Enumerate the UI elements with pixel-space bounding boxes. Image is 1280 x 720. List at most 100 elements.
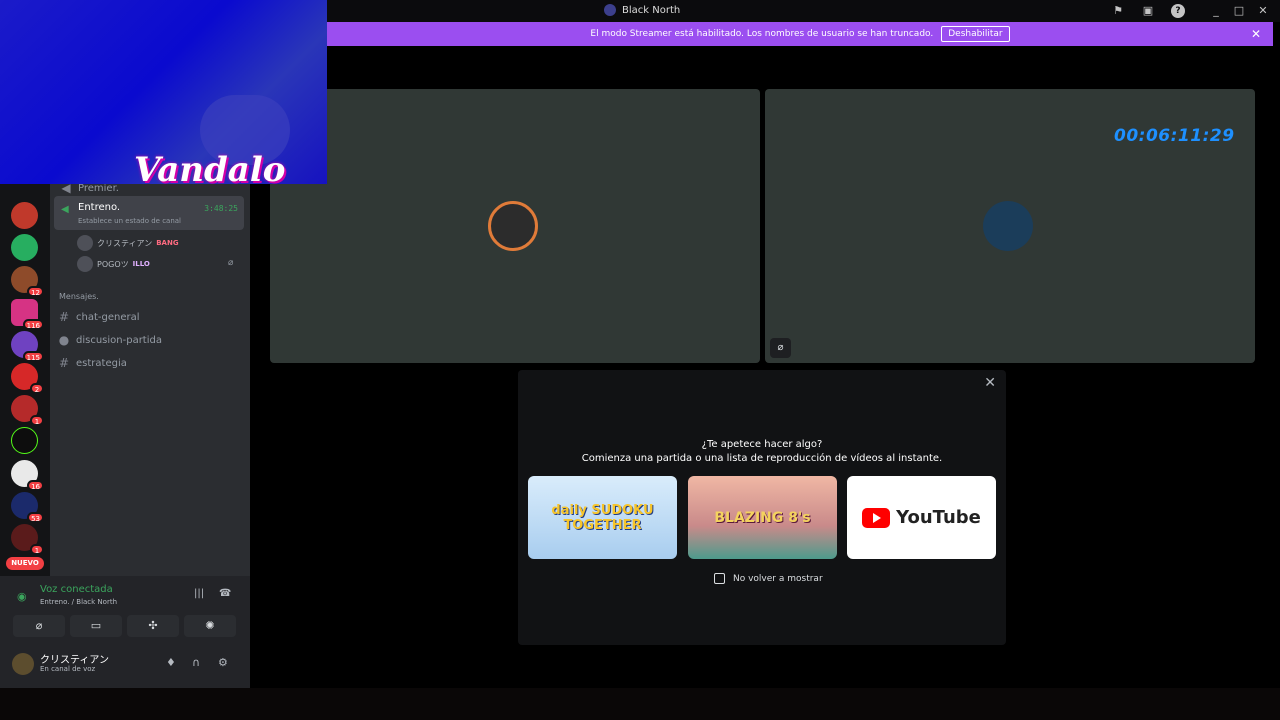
unread-badge: 1 bbox=[30, 544, 44, 555]
channel-label: discusion-partida bbox=[76, 334, 162, 346]
hash-icon: # bbox=[58, 356, 70, 370]
voice-user[interactable]: クリスティアン BANG bbox=[77, 235, 179, 251]
streamer-brand: Vandalo bbox=[134, 150, 286, 184]
gear-icon[interactable]: ⚙ bbox=[218, 656, 228, 669]
modal-question: ¿Te apetece hacer algo? bbox=[701, 439, 823, 450]
avatar bbox=[77, 235, 93, 251]
channel-label: estrategia bbox=[76, 357, 127, 369]
server-icon-9[interactable]: 16 bbox=[11, 460, 44, 491]
channel-label: Premier. bbox=[78, 182, 119, 194]
avatar[interactable] bbox=[12, 653, 34, 675]
voice-channel-entreno[interactable]: ◀ Entreno. Establece un estado de canal … bbox=[54, 196, 244, 230]
video-off-icon: ⌀ bbox=[228, 258, 234, 268]
close-icon[interactable]: ✕ bbox=[984, 375, 996, 391]
server-icon bbox=[604, 4, 616, 16]
username[interactable]: クリスティアン bbox=[40, 651, 109, 666]
youtube-icon bbox=[862, 507, 891, 528]
voice-timer: 3:48:25 bbox=[204, 204, 238, 213]
help-icon[interactable]: ? bbox=[1171, 4, 1185, 18]
banner-text: El modo Streamer está habilitado. Los no… bbox=[590, 29, 934, 39]
avatar bbox=[488, 201, 538, 251]
unread-badge: 1 bbox=[30, 415, 44, 426]
channel-label: Entreno. bbox=[78, 202, 121, 213]
headphones-icon[interactable]: ∩ bbox=[192, 656, 200, 669]
card-title: BLAZING 8's bbox=[714, 509, 811, 526]
server-icon-8[interactable] bbox=[11, 427, 38, 454]
window-edge bbox=[1273, 22, 1280, 720]
card-title: daily SUDOKU TOGETHER bbox=[551, 502, 654, 533]
minimize-button[interactable]: _ bbox=[1209, 4, 1223, 18]
stream-timer: 00:06:11:29 bbox=[1114, 126, 1235, 146]
server-icon-7[interactable]: 1 bbox=[11, 395, 44, 426]
dont-show-again[interactable]: No volver a mostrar bbox=[714, 573, 823, 584]
user-status: En canal de voz bbox=[40, 665, 96, 673]
unread-badge: 16 bbox=[27, 480, 44, 491]
activity-card-youtube[interactable]: YouTube bbox=[847, 476, 996, 559]
streamer-mode-banner: El modo Streamer está habilitado. Los no… bbox=[327, 22, 1273, 46]
participant-tile-1[interactable] bbox=[270, 89, 760, 363]
activity-card-sudoku[interactable]: daily SUDOKU TOGETHER bbox=[528, 476, 677, 559]
user-tag: BANG bbox=[156, 239, 179, 247]
server-icon-11[interactable]: 1 bbox=[11, 524, 44, 555]
voice-user[interactable]: POGOツ ILLO bbox=[77, 256, 150, 272]
maximize-button[interactable]: □ bbox=[1232, 4, 1246, 18]
taskbar-strip bbox=[0, 688, 1280, 720]
connection-icon: ◉ bbox=[17, 590, 27, 603]
voice-user-name: POGOツ bbox=[97, 259, 129, 269]
unread-badge: 116 bbox=[22, 319, 44, 330]
unread-badge: 2 bbox=[30, 383, 44, 394]
inbox-icon[interactable]: ▣ bbox=[1141, 4, 1155, 18]
avatar bbox=[77, 256, 93, 272]
youtube-label: YouTube bbox=[896, 507, 981, 528]
server-list: 12 116 115 2 1 16 53 1 bbox=[0, 184, 50, 576]
soundboard-button[interactable]: ✺ bbox=[184, 615, 236, 637]
server-icon-5[interactable]: 115 bbox=[11, 331, 44, 362]
modal-subtitle: Comienza una partida o una lista de repr… bbox=[581, 453, 943, 464]
flag-icon[interactable]: ⚑ bbox=[1111, 4, 1125, 18]
server-icon-6[interactable]: 2 bbox=[11, 363, 44, 394]
card-title: YouTube bbox=[847, 476, 996, 559]
text-channel[interactable]: ● discusion-partida bbox=[58, 333, 162, 347]
forum-icon: ● bbox=[58, 333, 70, 347]
channel-list: ◀ Premier. ◀ Entreno. Establece un estad… bbox=[50, 181, 250, 576]
speaker-icon: ◀ bbox=[61, 204, 69, 215]
activity-suggestion-modal: ✕ ¿Te apetece hacer algo? Comienza una p… bbox=[518, 370, 1006, 645]
voice-location[interactable]: Entreno. / Black North bbox=[40, 598, 117, 606]
unread-badge: 53 bbox=[27, 512, 44, 523]
microphone-icon[interactable]: ♦ bbox=[166, 656, 176, 669]
voice-connected-label[interactable]: Voz conectada bbox=[40, 584, 113, 595]
server-icon-1[interactable] bbox=[11, 202, 38, 229]
webcam-overlay: Vandalo bbox=[0, 0, 327, 184]
server-icon-3[interactable]: 12 bbox=[11, 266, 44, 297]
server-icon-2[interactable] bbox=[11, 234, 38, 261]
window-title: Black North bbox=[604, 4, 680, 16]
channel-status-hint[interactable]: Establece un estado de canal bbox=[78, 217, 181, 225]
user-tag: ILLO bbox=[132, 260, 150, 268]
voice-user-name: クリスティアン bbox=[97, 238, 153, 248]
text-channel[interactable]: # chat-general bbox=[58, 310, 140, 324]
camera-button[interactable]: ⌀ bbox=[13, 615, 65, 637]
activity-card-blazing-8s[interactable]: BLAZING 8's bbox=[688, 476, 837, 559]
disconnect-icon[interactable]: ☎ bbox=[219, 588, 231, 599]
discord-app: Black North ⚑ ▣ ? _ □ ✕ El modo Streamer… bbox=[0, 0, 1280, 720]
category-header[interactable]: Mensajes. bbox=[59, 292, 99, 301]
unread-badge: 12 bbox=[27, 286, 44, 297]
noise-suppression-icon[interactable]: ||| bbox=[194, 588, 204, 599]
checkbox[interactable] bbox=[714, 573, 725, 584]
screen-share-button[interactable]: ▭ bbox=[70, 615, 122, 637]
checkbox-label: No volver a mostrar bbox=[733, 573, 823, 584]
channel-label: chat-general bbox=[76, 311, 140, 323]
video-off-icon: ⌀ bbox=[770, 338, 791, 358]
unread-badge: 115 bbox=[22, 351, 44, 362]
user-panel: ◉ Voz conectada Entreno. / Black North |… bbox=[0, 576, 250, 688]
text-channel[interactable]: # estrategia bbox=[58, 356, 127, 370]
hash-icon: # bbox=[58, 310, 70, 324]
close-icon[interactable]: ✕ bbox=[1251, 27, 1261, 41]
close-window-button[interactable]: ✕ bbox=[1256, 4, 1270, 18]
new-badge: NUEVO bbox=[6, 557, 44, 570]
server-icon-4[interactable]: 116 bbox=[11, 299, 44, 330]
disable-streamer-button[interactable]: Deshabilitar bbox=[941, 26, 1010, 42]
server-icon-10[interactable]: 53 bbox=[11, 492, 44, 523]
avatar bbox=[983, 201, 1033, 251]
activities-button[interactable]: ✣ bbox=[127, 615, 179, 637]
